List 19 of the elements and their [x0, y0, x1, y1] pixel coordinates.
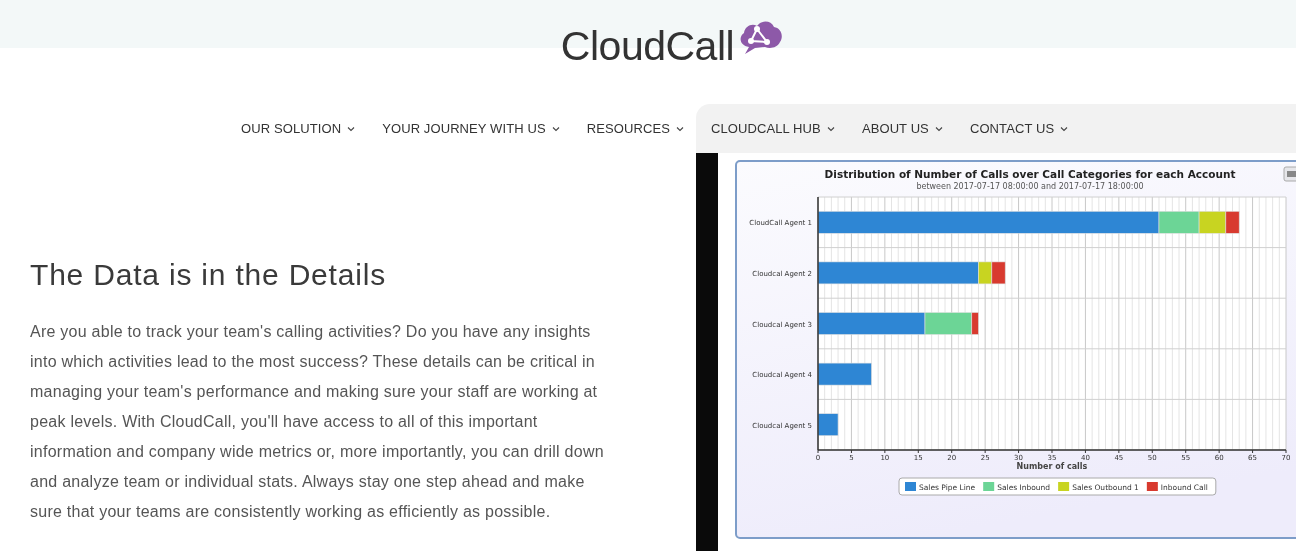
- nav-link[interactable]: ABOUT US: [861, 121, 943, 136]
- chevron-down-icon: [347, 125, 356, 132]
- chevron-down-icon: [826, 125, 835, 132]
- chevron-down-icon: [675, 125, 684, 132]
- nav-link[interactable]: YOUR JOURNEY WITH US: [382, 121, 560, 136]
- printer-icon[interactable]: [1283, 166, 1296, 182]
- chevron-down-icon: [551, 125, 560, 132]
- section-heading: The Data is in the Details: [30, 257, 387, 293]
- chevron-down-icon: [934, 125, 943, 132]
- nav-link[interactable]: RESOURCES: [586, 121, 684, 136]
- chart-subtitle: between 2017-07-17 08:00:00 and 2017-07-17 18:00:00: [916, 181, 1144, 191]
- axis-title: Number of calls: [1016, 462, 1088, 471]
- nav-link[interactable]: CONTACT US: [969, 121, 1069, 136]
- body-paragraph: Are you able to track your team's calling activities? Do you have any insights into which activities lead to the most success? These details can be critical in managing your team's performance and making sure your staff are working at peak levels. With CloudCall, you'll have access to all of this important information and company wide metrics or, more importantly, you can drill down and analyze team or individual stats. Always stay one step ahead and make sure that your teams are consistently working as efficiently as possible.: [30, 322, 605, 522]
- nav-link[interactable]: OUR SOLUTION: [241, 121, 356, 136]
- logo-text: CloudCall: [560, 22, 735, 70]
- nav-link[interactable]: CLOUDCALL HUB: [710, 121, 835, 136]
- chart-title: Distribution of Number of Calls over Call Categories for each Account: [824, 168, 1236, 180]
- chevron-down-icon: [1060, 125, 1069, 132]
